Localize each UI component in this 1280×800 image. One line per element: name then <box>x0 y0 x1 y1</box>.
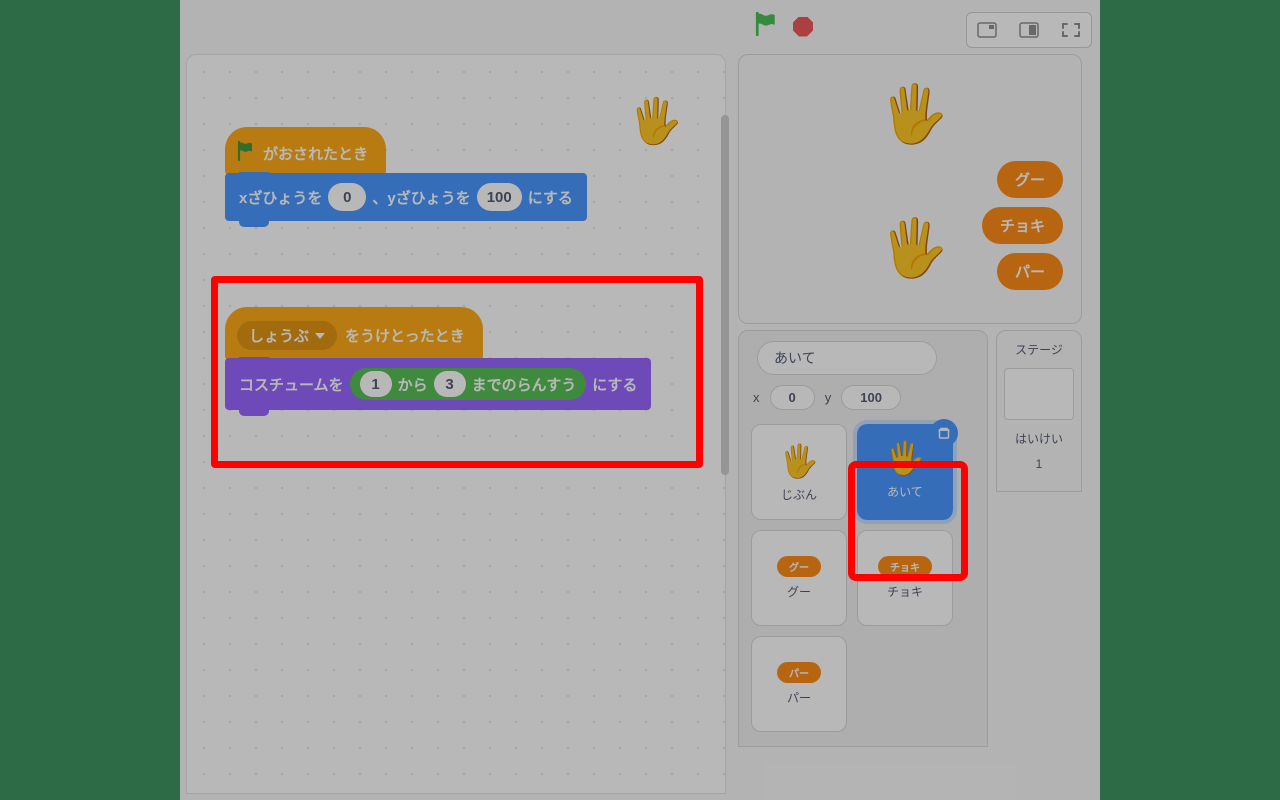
pick-random-block[interactable]: 1 から 3 までのらんすう <box>350 368 587 400</box>
block-text: xざひょうを <box>239 187 322 208</box>
sprite-tile-jibun[interactable]: 🖐️ じぶん <box>751 424 847 520</box>
message-dropdown[interactable]: しょうぶ <box>237 321 337 350</box>
when-receive-block[interactable]: しょうぶ をうけとったとき <box>225 307 483 360</box>
stage-title: ステージ <box>1003 341 1075 358</box>
fullscreen-button[interactable] <box>1051 13 1091 47</box>
top-bar <box>180 8 1100 48</box>
backdrops-label: はいけい <box>1003 430 1075 447</box>
stop-icon[interactable] <box>793 17 813 37</box>
goto-xy-block[interactable]: xざひょうを 0 、yざひょうを 100 にする <box>225 173 587 221</box>
block-text: 、yざひょうを <box>372 187 470 208</box>
x-input[interactable]: 0 <box>328 183 366 211</box>
view-mode-controls <box>966 12 1092 48</box>
stage-choki-button[interactable]: チョキ <box>982 207 1063 244</box>
y-input[interactable]: 100 <box>477 183 522 211</box>
sprite-label: チョキ <box>887 583 923 600</box>
mini-button-icon: パー <box>777 662 821 683</box>
sprite-x-input[interactable]: 0 <box>770 385 815 410</box>
hat-label: をうけとったとき <box>345 325 465 346</box>
switch-costume-block[interactable]: コスチュームを 1 から 3 までのらんすう にする <box>225 358 651 410</box>
dropdown-caret-icon <box>315 333 325 339</box>
sprite-label: じぶん <box>781 486 817 503</box>
block-stack-1[interactable]: がおされたとき xざひょうを 0 、yざひょうを 100 にする <box>225 127 587 221</box>
sprite-coords: x 0 y 100 <box>753 385 977 410</box>
mini-button-icon: グー <box>777 556 821 577</box>
opponent-hand-icon: 🖐️ <box>879 81 949 147</box>
script-area[interactable]: 🖐️ がおされたとき xざひょうを 0 、yざひょうを 100 にする <box>186 54 726 794</box>
when-flag-clicked-block[interactable]: がおされたとき <box>225 127 386 175</box>
random-from-input[interactable]: 1 <box>360 371 392 397</box>
random-to-input[interactable]: 3 <box>434 371 466 397</box>
block-text: にする <box>592 374 637 395</box>
stage-gu-button[interactable]: グー <box>997 161 1063 198</box>
green-flag-icon <box>237 141 255 165</box>
view-small-stage-button[interactable] <box>967 13 1007 47</box>
sprite-watermark-icon: 🖐️ <box>628 95 683 147</box>
stage-column: ステージ はいけい 1 <box>996 330 1082 492</box>
delete-sprite-button[interactable] <box>930 419 958 447</box>
hand-icon: 🖐️ <box>779 442 819 480</box>
sprite-label: パー <box>787 689 811 706</box>
sprite-tile-aite[interactable]: 🖐️ あいて <box>857 424 953 520</box>
y-label: y <box>825 390 832 405</box>
sprite-panel: あいて x 0 y 100 🖐️ じぶん 🖐️ あいて グー グー <box>738 330 988 747</box>
backdrops-count: 1 <box>1003 457 1075 471</box>
mini-button-icon: チョキ <box>878 556 932 577</box>
x-label: x <box>753 390 760 405</box>
block-text: から <box>398 374 428 395</box>
sprite-label: グー <box>787 583 811 600</box>
sprite-tile-pa[interactable]: パー パー <box>751 636 847 732</box>
sprite-label: あいて <box>887 483 923 500</box>
player-hand-icon: 🖐️ <box>879 215 949 281</box>
scrollbar-thumb[interactable] <box>721 115 729 475</box>
app-frame: 🖐️ がおされたとき xざひょうを 0 、yざひょうを 100 にする <box>180 0 1100 800</box>
sprite-tile-choki[interactable]: チョキ チョキ <box>857 530 953 626</box>
green-flag-icon[interactable] <box>755 12 777 41</box>
block-text: までのらんすう <box>472 374 577 395</box>
block-text: にする <box>528 187 573 208</box>
hand-icon: 🖐️ <box>885 439 925 477</box>
sprite-y-input[interactable]: 100 <box>841 385 901 410</box>
sprite-grid: 🖐️ じぶん 🖐️ あいて グー グー チョキ チョキ パー パー <box>749 424 977 740</box>
view-large-stage-button[interactable] <box>1009 13 1049 47</box>
stage-pa-button[interactable]: パー <box>997 253 1063 290</box>
block-stack-2[interactable]: しょうぶ をうけとったとき コスチュームを 1 から 3 までのらんすう にする <box>225 307 651 410</box>
block-text: コスチュームを <box>239 374 344 395</box>
sprite-tile-gu[interactable]: グー グー <box>751 530 847 626</box>
sprite-name-input[interactable]: あいて <box>757 341 937 375</box>
stage-preview[interactable]: 🖐️ 🖐️ グー チョキ パー <box>738 54 1082 324</box>
hat-label: がおされたとき <box>263 143 368 164</box>
stage-thumbnail[interactable] <box>1004 368 1074 420</box>
